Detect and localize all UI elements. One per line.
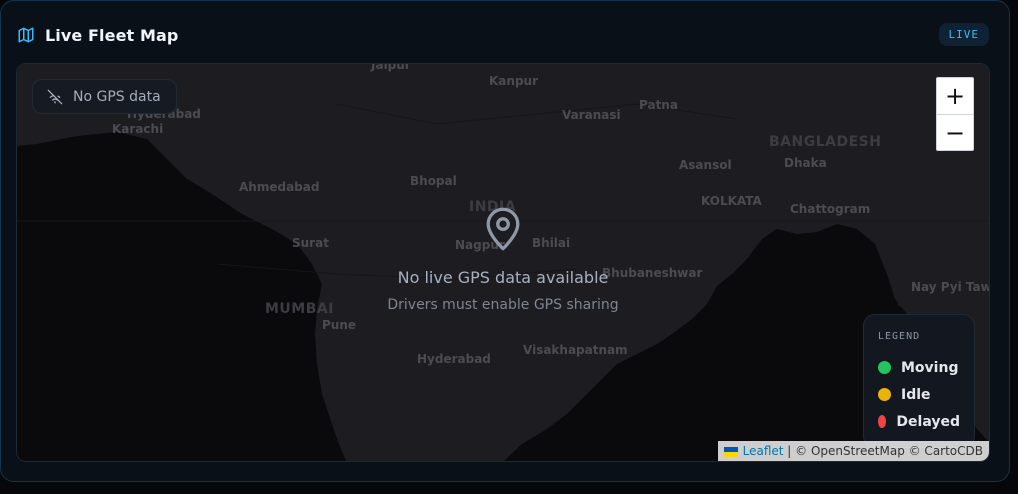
place-label: BANGLADESH — [769, 134, 882, 150]
legend-label: Moving — [901, 359, 959, 376]
legend-title: LEGEND — [878, 331, 921, 342]
place-label: Hyderabad — [417, 352, 491, 366]
place-label: Jaipur — [371, 63, 411, 72]
zoom-control: + − — [936, 77, 974, 151]
attribution-text: | © OpenStreetMap © CartoCDB — [787, 444, 983, 458]
wifi-off-icon — [47, 89, 63, 105]
place-label: Karachi — [112, 122, 164, 136]
map-attribution: Leaflet | © OpenStreetMap © CartoCDB — [717, 441, 989, 461]
status-dot — [878, 361, 891, 374]
place-label: Chattogram — [790, 202, 871, 216]
zoom-in-button[interactable]: + — [937, 78, 973, 114]
place-label: Nay Pyi Taw — [911, 280, 990, 294]
gps-status-label: No GPS data — [73, 88, 161, 105]
place-label: Ahmedabad — [239, 180, 320, 194]
map-container[interactable]: Jaipur Kanpur Hyderabad Karachi Patna Va… — [16, 63, 990, 462]
empty-state: No live GPS data available Drivers must … — [317, 206, 689, 313]
legend-label: Idle — [901, 386, 931, 403]
legend-item-delayed: Delayed — [878, 408, 960, 435]
status-dot — [878, 415, 887, 428]
place-label: Varanasi — [562, 108, 621, 122]
ukraine-flag-icon — [723, 446, 738, 457]
legend-label: Delayed — [896, 413, 960, 430]
place-label: Dhaka — [784, 156, 827, 170]
live-badge: LIVE — [938, 23, 989, 46]
place-label: Visakhapatnam — [523, 343, 628, 357]
empty-subtext: Drivers must enable GPS sharing — [387, 297, 619, 313]
place-label: KOLKATA — [701, 194, 762, 208]
empty-message: No live GPS data available — [397, 268, 609, 287]
zoom-out-button[interactable]: − — [937, 114, 973, 150]
place-label: Patna — [639, 98, 678, 112]
leaflet-link[interactable]: Leaflet — [743, 444, 784, 458]
place-label: Pune — [322, 318, 357, 332]
status-dot — [878, 388, 891, 401]
place-label: Asansol — [679, 158, 732, 172]
card-title: Live Fleet Map — [45, 25, 179, 45]
card-header: Live Fleet Map LIVE — [17, 23, 989, 47]
live-fleet-map-card: Live Fleet Map LIVE Jaipur Kanpur Hydera… — [0, 0, 1010, 482]
legend-item-moving: Moving — [878, 354, 960, 381]
legend-item-idle: Idle — [878, 381, 960, 408]
map-icon — [17, 26, 35, 44]
map-pin-icon — [486, 207, 520, 251]
place-label: Bhopal — [410, 174, 457, 188]
place-label: Kanpur — [489, 74, 538, 88]
gps-status-chip: No GPS data — [32, 79, 177, 114]
map-legend: LEGEND Moving Idle Delayed — [863, 314, 975, 448]
